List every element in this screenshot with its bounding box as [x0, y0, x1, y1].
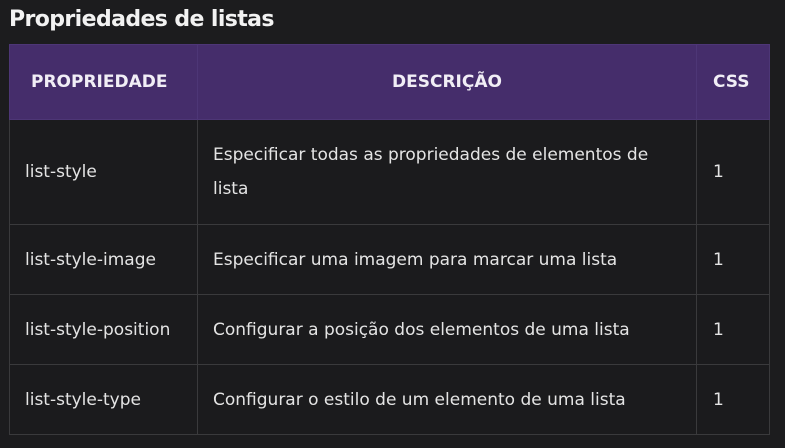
cell-description: Configurar o estilo de um elemento de um… [197, 364, 697, 435]
cell-property: list-style [9, 119, 198, 225]
cell-property: list-style-image [9, 224, 198, 295]
table-row: list-style-type Configurar o estilo de u… [9, 364, 770, 435]
cell-css: 1 [696, 294, 770, 365]
cell-property: list-style-type [9, 364, 198, 435]
cell-description: Especificar todas as propriedades de ele… [197, 119, 697, 225]
cell-css: 1 [696, 119, 770, 225]
table-body: list-style Especificar todas as propried… [9, 119, 770, 435]
cell-property: list-style-position [9, 294, 198, 365]
page-title: Propriedades de listas [9, 7, 275, 32]
cell-css: 1 [696, 224, 770, 295]
table-row: list-style Especificar todas as propried… [9, 119, 770, 225]
cell-css: 1 [696, 364, 770, 435]
cell-description: Especificar uma imagem para marcar uma l… [197, 224, 697, 295]
table-row: list-style-position Configurar a posição… [9, 294, 770, 365]
column-header-css: CSS [696, 44, 770, 120]
table-row: list-style-image Especificar uma imagem … [9, 224, 770, 295]
table-header: PROPRIEDADE DESCRIÇÃO CSS [9, 44, 770, 120]
table-header-row: PROPRIEDADE DESCRIÇÃO CSS [9, 44, 770, 120]
cell-description: Configurar a posição dos elementos de um… [197, 294, 697, 365]
page: Propriedades de listas PROPRIEDADE DESCR… [0, 0, 785, 448]
column-header-property: PROPRIEDADE [9, 44, 198, 120]
column-header-description: DESCRIÇÃO [197, 44, 697, 120]
list-properties-table: PROPRIEDADE DESCRIÇÃO CSS list-style Esp… [9, 44, 770, 435]
